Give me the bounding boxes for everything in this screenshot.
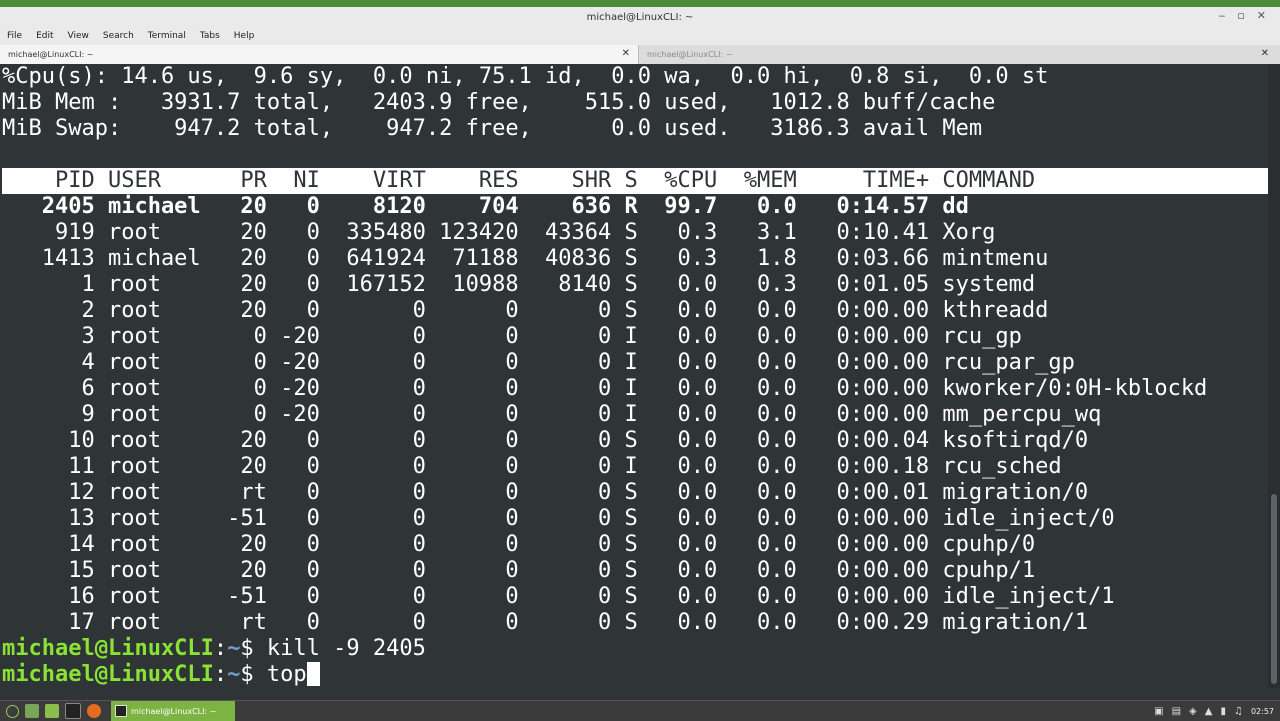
process-row: 6 root 0 -20 0 0 0 I 0.0 0.0 0:00.00 kwo… <box>2 376 1208 401</box>
process-row: 2405 michael 20 0 8120 704 636 R 99.7 0.… <box>2 194 969 219</box>
maximize-button[interactable]: ▫ <box>1237 9 1244 22</box>
scrollbar-thumb[interactable] <box>1271 494 1277 684</box>
prompt-user-host: michael@LinuxCLI <box>2 636 214 661</box>
desktop-top-strip <box>0 0 1280 7</box>
cpu-summary-line: %Cpu(s): 14.6 us, 9.6 sy, 0.0 ni, 75.1 i… <box>2 64 1049 89</box>
command-input[interactable]: top <box>267 662 307 687</box>
process-row: 1413 michael 20 0 641924 71188 40836 S 0… <box>2 246 1049 271</box>
volume-icon[interactable]: ♫ <box>1234 706 1243 717</box>
mem-summary-line: MiB Mem : 3931.7 total, 2403.9 free, 515… <box>2 90 996 115</box>
menu-terminal[interactable]: Terminal <box>141 31 193 41</box>
prompt-user-host: michael@LinuxCLI <box>2 662 214 687</box>
prompt-sigil: $ <box>240 636 267 661</box>
taskbar-window-label: michael@LinuxCLI: ~ <box>131 706 217 716</box>
tab-close-icon[interactable]: ✕ <box>622 48 630 59</box>
taskbar-window-button[interactable]: michael@LinuxCLI: ~ <box>111 701 235 721</box>
process-row: 2 root 20 0 0 0 0 S 0.0 0.0 0:00.00 kthr… <box>2 298 1049 323</box>
process-row: 1 root 20 0 167152 10988 8140 S 0.0 0.3 … <box>2 272 1036 297</box>
process-row: 919 root 20 0 335480 123420 43364 S 0.3 … <box>2 220 996 245</box>
terminal-icon <box>115 705 127 717</box>
tab-terminal-1[interactable]: michael@LinuxCLI: ~ ✕ <box>0 45 638 64</box>
process-row: 14 root 20 0 0 0 0 S 0.0 0.0 0:00.00 cpu… <box>2 532 1036 557</box>
prompt-path: ~ <box>227 662 241 687</box>
shield-icon[interactable]: ◈ <box>1189 706 1197 717</box>
network-icon[interactable]: ▲ <box>1205 706 1213 717</box>
prompt-colon: : <box>213 636 228 661</box>
prompt-sigil: $ <box>240 662 267 687</box>
clock[interactable]: 02:57 <box>1251 707 1274 716</box>
process-row: 17 root rt 0 0 0 0 S 0.0 0.0 0:00.29 mig… <box>2 610 1089 635</box>
battery-icon[interactable]: ▮ <box>1220 706 1226 717</box>
show-desktop-icon[interactable] <box>25 704 39 718</box>
prompt-path: ~ <box>227 636 241 661</box>
process-row: 11 root 20 0 0 0 0 I 0.0 0.0 0:00.18 rcu… <box>2 454 1062 479</box>
menu-view[interactable]: View <box>61 31 96 41</box>
command-text: kill -9 2405 <box>266 636 426 661</box>
window-controls: ‒ ▫ ✕ <box>1218 9 1266 22</box>
process-row: 3 root 0 -20 0 0 0 I 0.0 0.0 0:00.00 rcu… <box>2 324 1022 349</box>
menu-search[interactable]: Search <box>96 31 141 41</box>
process-row: 10 root 20 0 0 0 0 S 0.0 0.0 0:00.04 kso… <box>2 428 1089 453</box>
swap-summary-line: MiB Swap: 947.2 total, 947.2 free, 0.0 u… <box>2 116 983 141</box>
process-row: 12 root rt 0 0 0 0 S 0.0 0.0 0:00.01 mig… <box>2 480 1089 505</box>
clipboard-icon[interactable]: ▤ <box>1172 706 1181 717</box>
menu-file[interactable]: File <box>0 31 29 41</box>
file-manager-icon[interactable] <box>45 704 59 718</box>
window-titlebar[interactable]: michael@LinuxCLI: ~ ‒ ▫ ✕ <box>0 7 1280 28</box>
process-row: 13 root -51 0 0 0 0 S 0.0 0.0 0:00.00 id… <box>2 506 1115 531</box>
terminal-scrollbar[interactable] <box>1268 64 1280 688</box>
prompt-colon: : <box>213 662 228 687</box>
process-table-header: PID USER PR NI VIRT RES SHR S %CPU %MEM … <box>2 168 1268 194</box>
menu-help[interactable]: Help <box>227 31 262 41</box>
tab-bar: michael@LinuxCLI: ~ ✕ michael@LinuxCLI: … <box>0 45 1280 65</box>
taskbar: michael@LinuxCLI: ~ ▣ ▤ ◈ ▲ ▮ ♫ 02:57 <box>0 700 1280 721</box>
system-tray: ▣ ▤ ◈ ▲ ▮ ♫ 02:57 <box>1154 706 1280 717</box>
lock-icon[interactable]: ▣ <box>1154 706 1163 717</box>
menu-edit[interactable]: Edit <box>29 31 60 41</box>
close-button[interactable]: ✕ <box>1257 9 1266 22</box>
terminal-launcher-icon[interactable] <box>65 703 81 719</box>
prompt-line-current[interactable]: michael@LinuxCLI:~$ top <box>0 662 1268 688</box>
tab-label: michael@LinuxCLI: ~ <box>647 50 733 59</box>
process-row: 16 root -51 0 0 0 0 S 0.0 0.0 0:00.00 id… <box>2 584 1115 609</box>
firefox-icon[interactable] <box>87 704 101 718</box>
prompt-line: michael@LinuxCLI:~$ kill -9 2405 <box>0 636 1268 662</box>
process-row: 9 root 0 -20 0 0 0 I 0.0 0.0 0:00.00 mm_… <box>2 402 1102 427</box>
process-row: 4 root 0 -20 0 0 0 I 0.0 0.0 0:00.00 rcu… <box>2 350 1075 375</box>
tab-label: michael@LinuxCLI: ~ <box>8 50 94 59</box>
window-title: michael@LinuxCLI: ~ <box>586 11 694 23</box>
text-cursor <box>306 662 320 686</box>
menu-tabs[interactable]: Tabs <box>193 31 227 41</box>
process-row: 15 root 20 0 0 0 0 S 0.0 0.0 0:00.00 cpu… <box>2 558 1036 583</box>
tab-close-icon[interactable]: ✕ <box>1261 48 1269 59</box>
menu-bar: File Edit View Search Terminal Tabs Help <box>0 27 1280 45</box>
start-menu-icon[interactable] <box>6 704 19 718</box>
minimize-button[interactable]: ‒ <box>1218 9 1225 22</box>
terminal-output[interactable]: %Cpu(s): 14.6 us, 9.6 sy, 0.0 ni, 75.1 i… <box>0 64 1268 688</box>
tab-terminal-2[interactable]: michael@LinuxCLI: ~ ✕ <box>639 45 1277 64</box>
